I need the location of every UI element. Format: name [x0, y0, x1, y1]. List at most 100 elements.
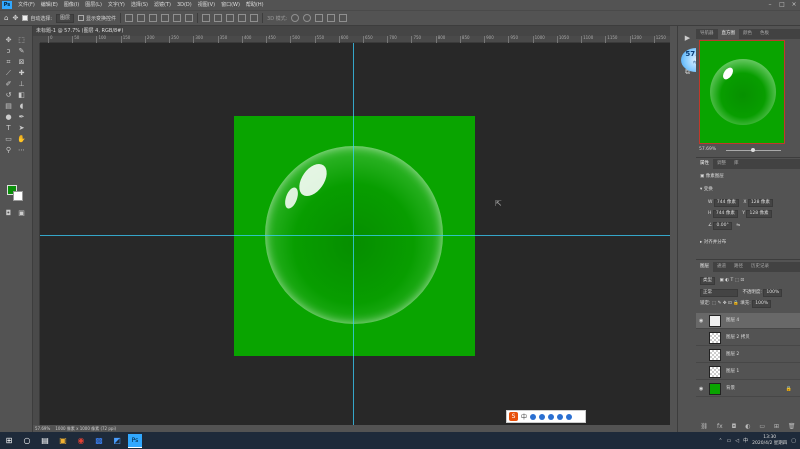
crop-tool-icon[interactable]: ⌗ — [4, 58, 13, 67]
screen-mode-icon[interactable]: ▣ — [17, 209, 26, 218]
blur-tool-icon[interactable]: ◖ — [17, 102, 26, 111]
notification-icon[interactable]: ▢ — [791, 438, 796, 444]
status-zoom[interactable]: 57.69% — [35, 426, 50, 431]
maximize-icon[interactable]: □ — [776, 0, 788, 10]
navigator-zoom-knob[interactable] — [751, 148, 755, 152]
folder-icon[interactable]: ▭ — [759, 422, 765, 432]
more-tools-icon[interactable]: ⋯ — [17, 146, 26, 155]
menu-3d[interactable]: 3D(D) — [174, 0, 195, 10]
new-layer-icon[interactable]: ⊞ — [774, 422, 779, 432]
ime-lang-icon[interactable]: 中 — [521, 412, 527, 421]
layer-row[interactable]: 图层 2 拷贝 — [696, 330, 800, 346]
blend-mode-select[interactable]: 正常 — [700, 289, 738, 297]
ime-toolbar[interactable]: S 中 — [506, 410, 586, 423]
store-icon[interactable]: ▣ — [56, 434, 70, 448]
menu-view[interactable]: 视图(V) — [195, 0, 218, 10]
angle-field[interactable]: 0.00° — [713, 222, 732, 230]
navigator-zoom-value[interactable]: 57.69% — [699, 147, 716, 152]
navigator-preview[interactable] — [699, 40, 785, 144]
distribute-icon-2[interactable] — [214, 14, 223, 22]
task-view-icon[interactable]: ▤ — [38, 434, 52, 448]
photoshop-taskbar-icon[interactable]: Ps — [128, 433, 142, 448]
document-canvas[interactable] — [234, 116, 475, 356]
visibility-eye-icon[interactable]: ◉ — [699, 313, 705, 329]
3d-roll-icon[interactable] — [303, 14, 312, 22]
3d-rotate-icon[interactable] — [291, 14, 300, 22]
healing-tool-icon[interactable]: ✚ — [17, 69, 26, 78]
dodge-tool-icon[interactable]: ● — [4, 113, 13, 122]
left-ruler[interactable] — [33, 43, 40, 425]
y-field[interactable]: 128 像素 — [746, 210, 772, 218]
flip-icon[interactable]: ⇋ — [736, 223, 740, 228]
clock[interactable]: 13:30 2020/4/2 星期四 — [752, 435, 787, 447]
opacity-field[interactable]: 100% — [763, 289, 783, 297]
hand-tool-icon[interactable]: ✋ — [17, 135, 26, 144]
tab-properties[interactable]: 属性 — [696, 159, 713, 169]
quick-select-tool-icon[interactable]: ✎ — [17, 47, 26, 56]
brush-tool-icon[interactable]: ✐ — [4, 80, 13, 89]
quick-mask-icon[interactable]: ◘ — [4, 209, 13, 218]
minimize-icon[interactable]: – — [764, 0, 776, 10]
network-icon[interactable]: ▭ — [727, 438, 732, 444]
ime-settings-icon[interactable] — [566, 413, 573, 420]
top-ruler[interactable]: 0 50 100 150 200 250 300 350 400 450 500 550 600 650 7… — [40, 35, 670, 43]
ruler-corner[interactable] — [33, 36, 40, 43]
align-top-icon[interactable] — [161, 14, 170, 22]
width-field[interactable]: 744 像素 — [713, 199, 739, 207]
autoselect-checkbox[interactable] — [22, 15, 29, 21]
tray-up-icon[interactable]: ⌃ — [718, 438, 722, 444]
layer-kind-filter[interactable]: 类型 — [700, 277, 715, 285]
3d-slide-icon[interactable] — [327, 14, 336, 22]
stamp-tool-icon[interactable]: ⊥ — [17, 80, 26, 89]
ime-keyboard-icon[interactable] — [557, 413, 564, 420]
marquee-tool-icon[interactable]: ⬚ — [17, 36, 26, 45]
visibility-eye-icon[interactable]: ◉ — [699, 381, 705, 397]
type-tool-icon[interactable]: T — [4, 124, 13, 133]
menu-edit[interactable]: 编辑(E) — [38, 0, 61, 10]
align-right-icon[interactable] — [149, 14, 158, 22]
tab-swatches[interactable]: 色板 — [756, 29, 773, 39]
distribute-icon-4[interactable] — [238, 14, 247, 22]
link-icon[interactable]: ⛓ — [700, 422, 708, 432]
background-color-swatch[interactable] — [13, 191, 23, 201]
tab-navigator[interactable]: 导航器 — [696, 29, 718, 39]
fx-icon[interactable]: fx — [717, 422, 723, 432]
app-icon[interactable]: ▩ — [92, 434, 106, 448]
tab-history[interactable]: 历史记录 — [747, 262, 773, 272]
history-brush-tool-icon[interactable]: ↺ — [4, 91, 13, 100]
layer-row[interactable]: ◉ 图层 4 — [696, 313, 800, 329]
horizontal-guide[interactable] — [40, 235, 670, 236]
align-middle-icon[interactable] — [173, 14, 182, 22]
move-tool-icon[interactable]: ✥ — [12, 14, 18, 22]
windows-start-icon[interactable]: ⊞ — [2, 434, 16, 448]
ime-punct-icon[interactable] — [530, 413, 537, 420]
menu-layer[interactable]: 图层(L) — [82, 0, 105, 10]
filter-icons[interactable]: ▣ ◐ T ⬚ ⊡ — [719, 278, 744, 283]
trash-icon[interactable]: 🗑 — [788, 422, 796, 432]
more-options-icon[interactable] — [250, 14, 259, 22]
ime-voice-icon[interactable] — [548, 413, 555, 420]
zoom-tool-icon[interactable]: ⚲ — [4, 146, 13, 155]
path-select-tool-icon[interactable]: ➤ — [17, 124, 26, 133]
fill-field[interactable]: 100% — [752, 300, 772, 308]
tab-adjustments[interactable]: 调整 — [713, 159, 730, 169]
show-transform-checkbox[interactable] — [78, 15, 85, 21]
layer-row[interactable]: 图层 1 — [696, 364, 800, 380]
menu-file[interactable]: 文件(F) — [15, 0, 38, 10]
frame-tool-icon[interactable]: ⊠ — [17, 58, 26, 67]
tab-histogram[interactable]: 直方图 — [717, 29, 739, 39]
volume-icon[interactable]: ◁ — [735, 438, 739, 444]
layer-row[interactable]: ◉ 背景 🔒 — [696, 381, 800, 397]
gradient-tool-icon[interactable]: ▤ — [4, 102, 13, 111]
eraser-tool-icon[interactable]: ◧ — [17, 91, 26, 100]
lasso-tool-icon[interactable]: ↄ — [4, 47, 13, 56]
tray-lang[interactable]: 中 — [743, 437, 748, 444]
tab-color[interactable]: 颜色 — [739, 29, 756, 39]
layer-row[interactable]: 图层 2 — [696, 347, 800, 363]
align-center-icon[interactable] — [137, 14, 146, 22]
menu-window[interactable]: 窗口(W) — [218, 0, 243, 10]
tab-layers[interactable]: 图层 — [696, 262, 713, 272]
align-left-icon[interactable] — [125, 14, 134, 22]
eyedropper-tool-icon[interactable]: ⟋ — [4, 69, 13, 78]
autoselect-dropdown[interactable]: 图层 — [56, 13, 75, 23]
